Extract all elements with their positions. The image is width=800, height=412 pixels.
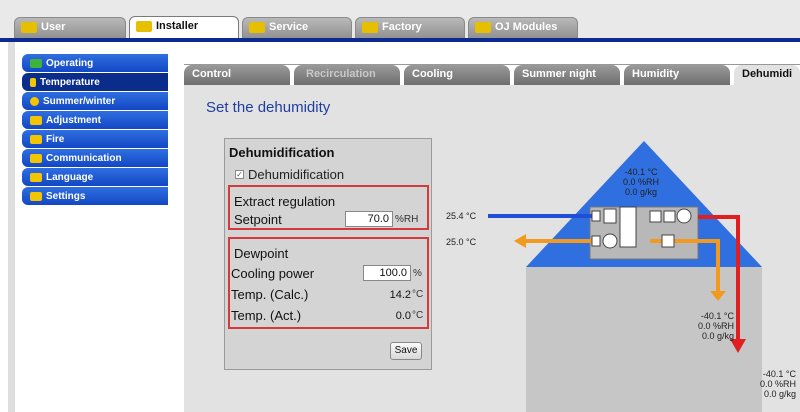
tab-installer[interactable]: Installer	[129, 16, 239, 40]
left-gutter	[8, 42, 15, 412]
middle-readout: -40.1 °C 0.0 %RH 0.0 g/kg	[680, 311, 734, 341]
sidebar-item-temperature[interactable]: Temperature	[22, 73, 168, 91]
cooler-icon	[649, 210, 662, 223]
temp-calc-value: 14.2	[389, 289, 411, 301]
roof-readout: -40.1 °C 0.0 %RH 0.0 g/kg	[614, 167, 668, 197]
tab-control[interactable]: Control	[184, 65, 290, 85]
top-tab-bar: User Installer Service Factory OJ Module…	[0, 0, 800, 40]
tab-dehumidification[interactable]: Dehumidi	[734, 65, 800, 85]
temp-calc-label: Temp. (Calc.)	[231, 287, 309, 302]
tab-cooling[interactable]: Cooling	[404, 65, 510, 85]
tab-oj-modules[interactable]: OJ Modules	[468, 17, 578, 39]
sidebar-nav: Operating Temperature Summer/winter Adju…	[22, 54, 168, 206]
dehumidification-checkbox-row[interactable]: ✓ Dehumidification	[235, 167, 344, 182]
sidebar-item-label: Temperature	[40, 76, 100, 88]
bottom-rh: 0.0 %RH	[759, 379, 796, 389]
filter-icon	[603, 208, 617, 224]
roof-rh: 0.0 %RH	[622, 177, 659, 187]
setpoint-input[interactable]: 70.0	[345, 211, 393, 227]
middle-abs: 0.0 g/kg	[701, 331, 734, 341]
sidebar-item-label: Communication	[46, 152, 122, 164]
extract-regulation-title: Extract regulation	[234, 194, 336, 209]
cooling-power-label: Cooling power	[231, 266, 315, 281]
extract-out-temp: 25.0 °C	[446, 237, 477, 247]
temp-calc-unit: °C	[412, 289, 424, 300]
setpoint-unit: %RH	[395, 214, 419, 225]
settings-icon	[30, 191, 42, 201]
supply-in-temp: 25.4 °C	[446, 211, 477, 221]
bottom-readout: -40.1 °C 0.0 %RH 0.0 g/kg	[740, 369, 796, 399]
top-divider	[0, 38, 800, 42]
sidebar-item-communication[interactable]: Communication	[22, 149, 168, 167]
cooling-power-input[interactable]: 100.0	[363, 265, 411, 281]
tab-service-label: Service	[269, 21, 309, 33]
main-panel: Control Recirculation Cooling Summer nig…	[184, 64, 800, 412]
page-title: Set the dehumidity	[206, 99, 331, 116]
users-icon	[21, 22, 37, 33]
communication-icon	[30, 153, 42, 163]
sidebar-item-summer-winter[interactable]: Summer/winter	[22, 92, 168, 110]
checkbox-label: Dehumidification	[248, 167, 345, 182]
fire-icon	[30, 134, 42, 144]
sidebar-item-label: Adjustment	[46, 114, 101, 126]
service-icon	[249, 22, 265, 33]
middle-rh: 0.0 %RH	[697, 321, 734, 331]
middle-temp: -40.1 °C	[700, 311, 734, 321]
thermometer-icon	[30, 77, 36, 87]
roof-temp: -40.1 °C	[624, 167, 658, 177]
supply-fan-icon	[676, 208, 692, 224]
adjustment-icon	[30, 115, 42, 125]
tab-factory-label: Factory	[382, 21, 422, 33]
cooling-power-unit: %	[413, 268, 422, 279]
bottom-temp: -40.1 °C	[762, 369, 796, 379]
panel-title: Dehumidification	[229, 145, 335, 160]
setpoint-label: Setpoint	[234, 212, 282, 227]
tab-recirculation[interactable]: Recirculation	[294, 65, 400, 85]
extract-fan-icon	[602, 233, 618, 249]
sun-icon	[30, 96, 39, 106]
extract-filter-icon	[661, 234, 675, 248]
tab-service[interactable]: Service	[242, 17, 352, 39]
dewpoint-title: Dewpoint	[234, 246, 289, 261]
sidebar-item-fire[interactable]: Fire	[22, 130, 168, 148]
sidebar-item-label: Summer/winter	[43, 95, 116, 107]
temp-act-unit: °C	[412, 310, 424, 321]
operating-icon	[30, 58, 42, 68]
tab-oj-modules-label: OJ Modules	[495, 21, 558, 33]
temp-act-label: Temp. (Act.)	[231, 308, 302, 323]
factory-icon	[362, 22, 378, 33]
sidebar-item-operating[interactable]: Operating	[22, 54, 168, 72]
save-button[interactable]: Save	[390, 342, 422, 360]
sidebar-item-language[interactable]: Language	[22, 168, 168, 186]
sub-tab-bar: Control Recirculation Cooling Summer nig…	[184, 65, 800, 85]
modules-icon	[475, 22, 491, 33]
temp-act-value: 0.0	[395, 310, 411, 322]
heater-icon	[663, 210, 676, 223]
tab-user-label: User	[41, 21, 66, 33]
tab-humidity[interactable]: Humidity	[624, 65, 730, 85]
bottom-abs: 0.0 g/kg	[763, 389, 796, 399]
sidebar-item-label: Language	[46, 171, 94, 183]
extract-damper-icon	[591, 235, 601, 247]
tools-icon	[136, 21, 152, 32]
tab-summer-night[interactable]: Summer night	[514, 65, 620, 85]
sidebar-item-label: Fire	[46, 133, 65, 145]
sidebar-item-adjustment[interactable]: Adjustment	[22, 111, 168, 129]
sidebar-item-label: Settings	[46, 190, 86, 202]
tab-factory[interactable]: Factory	[355, 17, 465, 39]
tab-user[interactable]: User	[14, 17, 126, 39]
roof-abs: 0.0 g/kg	[624, 187, 658, 197]
language-icon	[30, 172, 42, 182]
extract-arrow-icon	[514, 234, 526, 248]
heat-exchanger-icon	[619, 206, 637, 248]
dehumidification-panel: Dehumidification ✓ Dehumidification Extr…	[224, 138, 432, 370]
sidebar-item-label: Operating	[46, 57, 94, 69]
sidebar-item-settings[interactable]: Settings	[22, 187, 168, 205]
tab-installer-label: Installer	[156, 20, 199, 32]
dehumidification-checkbox[interactable]: ✓	[235, 170, 244, 179]
damper-icon	[591, 210, 601, 222]
